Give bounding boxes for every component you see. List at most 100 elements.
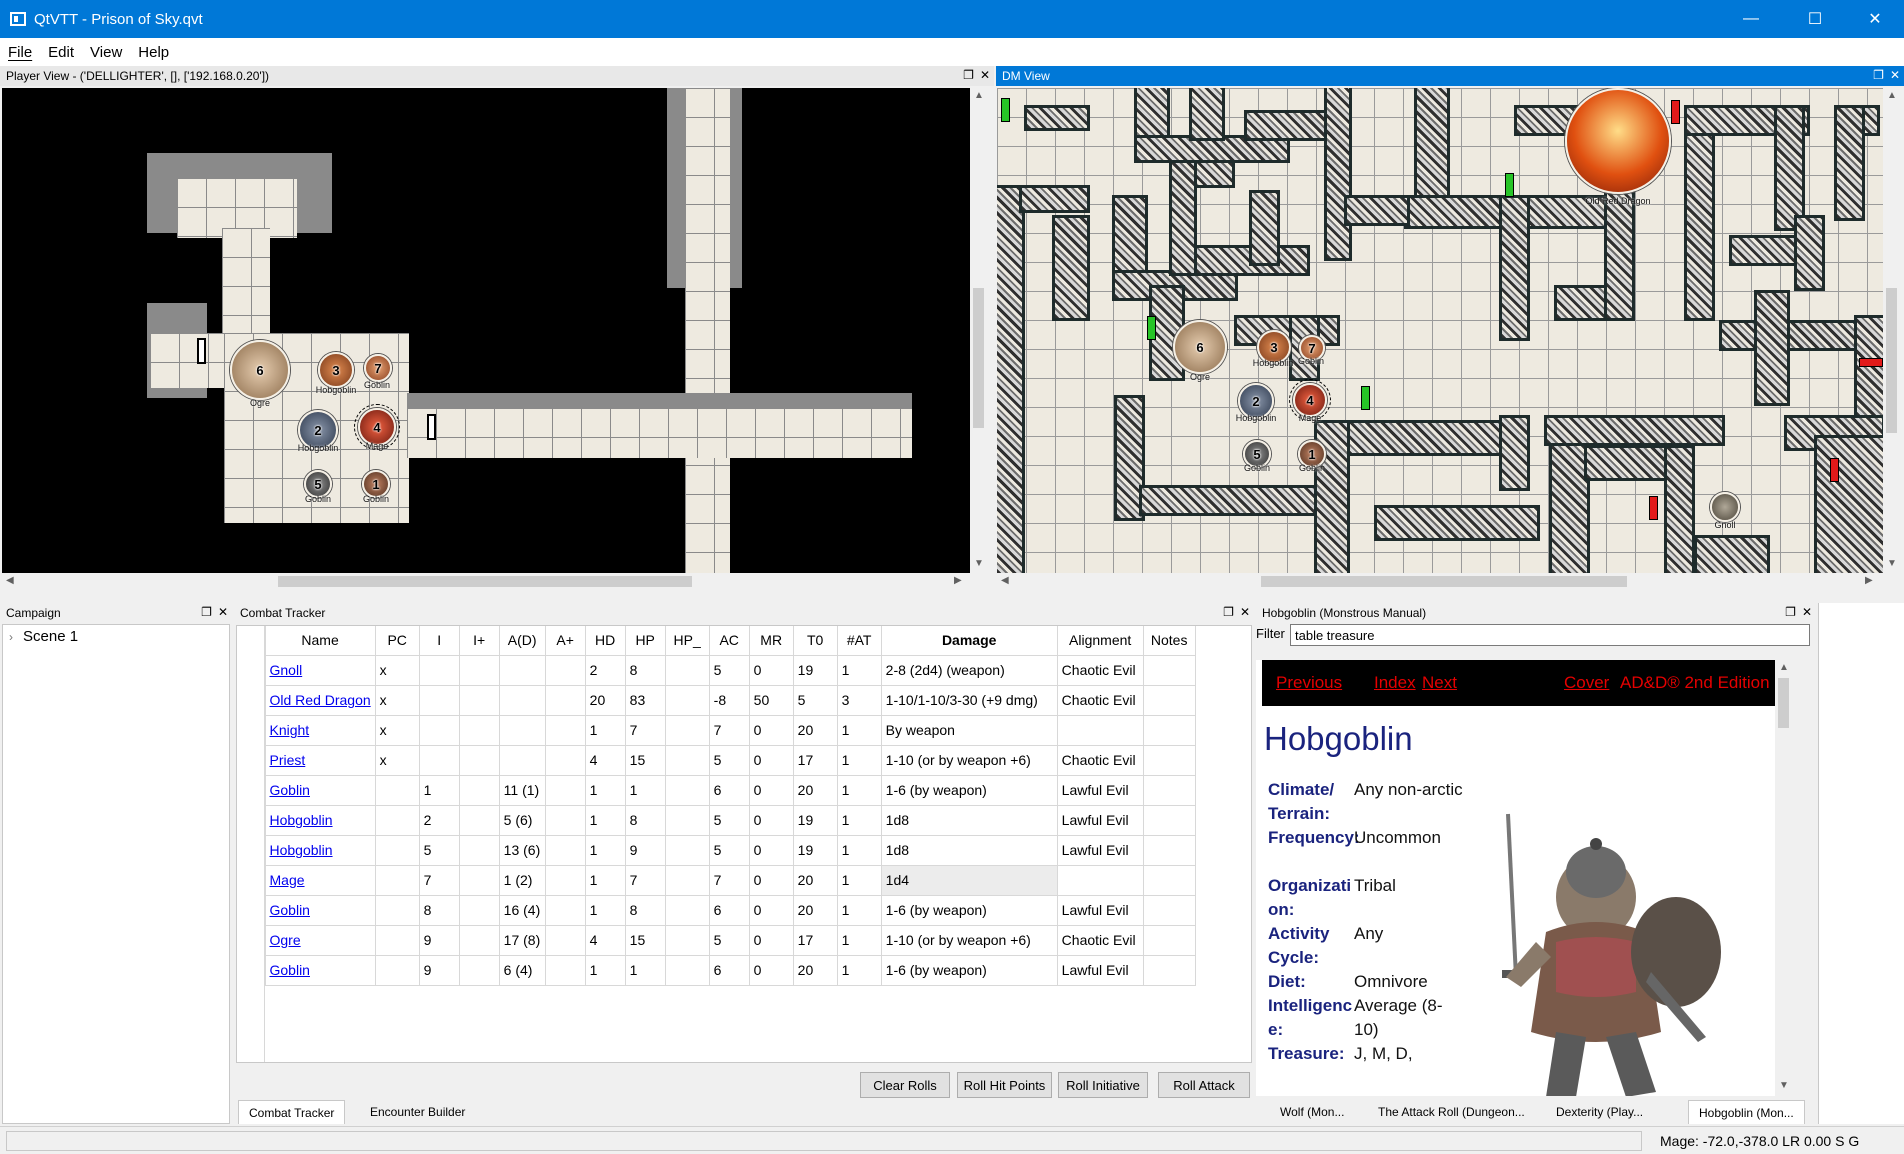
table-cell[interactable]: 15 (625, 925, 666, 956)
table-cell[interactable]: 1-10 (or by weapon +6) (881, 925, 1058, 956)
door-icon[interactable] (1147, 316, 1156, 340)
token-old-red-dragon[interactable] (1565, 88, 1671, 194)
monster-link[interactable]: Ogre (270, 932, 301, 948)
table-cell[interactable]: 2 (419, 805, 460, 836)
table-cell[interactable] (459, 775, 500, 806)
table-cell[interactable] (1143, 835, 1196, 866)
door-icon[interactable] (1505, 173, 1514, 197)
column-header[interactable]: T0 (793, 626, 838, 656)
table-cell[interactable]: Chaotic Evil (1057, 685, 1144, 716)
table-cell[interactable]: 1 (585, 895, 626, 926)
monster-link[interactable]: Goblin (270, 962, 310, 978)
cover-link[interactable]: Cover (1564, 673, 1609, 693)
table-cell[interactable]: 17 (793, 745, 838, 776)
table-cell[interactable]: 1-6 (by weapon) (881, 775, 1058, 806)
column-header[interactable]: Damage (881, 626, 1058, 656)
table-cell[interactable]: 1 (625, 955, 666, 986)
float-icon[interactable]: ❐ (1785, 605, 1796, 619)
table-cell[interactable]: 2 (585, 655, 626, 686)
close-icon[interactable]: ✕ (1846, 0, 1904, 38)
table-cell[interactable]: 19 (793, 805, 838, 836)
filter-input[interactable] (1290, 624, 1810, 646)
door-icon[interactable] (1649, 496, 1658, 520)
table-cell[interactable]: 5 (709, 925, 750, 956)
table-cell[interactable]: 1 (837, 655, 882, 686)
table-cell[interactable] (499, 745, 546, 776)
table-cell[interactable]: 1 (585, 955, 626, 986)
table-cell[interactable]: x (375, 655, 420, 686)
index-link[interactable]: Index (1374, 673, 1416, 693)
table-cell[interactable] (545, 745, 586, 776)
table-cell[interactable]: 13 (6) (499, 835, 546, 866)
table-cell[interactable]: 1 (625, 775, 666, 806)
table-cell[interactable]: 5 (709, 745, 750, 776)
table-cell[interactable] (665, 865, 710, 896)
table-cell[interactable]: Chaotic Evil (1057, 745, 1144, 776)
column-header[interactable]: I (419, 626, 460, 656)
table-cell[interactable] (1143, 895, 1196, 926)
tab-combat-tracker[interactable]: Combat Tracker (238, 1100, 346, 1124)
table-cell[interactable] (375, 805, 420, 836)
roll-attack-button[interactable]: Roll Attack (1158, 1072, 1250, 1098)
table-cell[interactable] (545, 895, 586, 926)
table-cell[interactable]: 9 (419, 955, 460, 986)
table-cell[interactable]: 20 (793, 775, 838, 806)
table-cell[interactable]: 0 (749, 655, 794, 686)
table-cell[interactable]: 1d8 (881, 835, 1058, 866)
table-cell[interactable] (459, 685, 500, 716)
table-cell[interactable]: Lawful Evil (1057, 775, 1144, 806)
close-dock-icon[interactable]: ✕ (1240, 605, 1250, 619)
table-row[interactable]: 2Old Red Dragonx2083-850531-10/1-10/3-30… (237, 685, 1196, 716)
table-cell[interactable]: Lawful Evil (1057, 955, 1144, 986)
dm-hscrollbar[interactable]: ◀ ▶ (997, 573, 1883, 590)
table-cell[interactable]: 20 (793, 865, 838, 896)
table-cell[interactable]: 0 (749, 955, 794, 986)
float-icon[interactable]: ❐ (1873, 68, 1884, 82)
table-cell[interactable] (665, 685, 710, 716)
table-cell[interactable]: 0 (749, 715, 794, 746)
monster-link[interactable]: Old Red Dragon (270, 692, 371, 708)
table-cell[interactable]: 1 (585, 715, 626, 746)
table-cell[interactable] (1143, 715, 1196, 746)
table-cell[interactable]: 1-10/1-10/3-30 (+9 dmg) (881, 685, 1058, 716)
name-cell[interactable]: Old Red Dragon (265, 685, 376, 716)
table-cell[interactable] (1143, 745, 1196, 776)
table-cell[interactable]: Lawful Evil (1057, 835, 1144, 866)
table-cell[interactable] (1143, 955, 1196, 986)
table-cell[interactable] (1143, 655, 1196, 686)
table-cell[interactable]: 5 (709, 805, 750, 836)
monster-link[interactable]: Hobgoblin (270, 842, 333, 858)
close-dock-icon[interactable]: ✕ (1802, 605, 1812, 619)
table-cell[interactable]: Lawful Evil (1057, 895, 1144, 926)
door-icon[interactable] (427, 414, 436, 440)
float-icon[interactable]: ❐ (201, 605, 212, 619)
name-cell[interactable]: Gnoll (265, 655, 376, 686)
name-cell[interactable]: Ogre (265, 925, 376, 956)
table-cell[interactable]: 1d8 (881, 805, 1058, 836)
previous-link[interactable]: Previous (1276, 673, 1342, 693)
column-header[interactable]: Name (265, 626, 376, 656)
table-cell[interactable]: 5 (709, 655, 750, 686)
table-cell[interactable]: 0 (749, 775, 794, 806)
table-cell[interactable] (419, 685, 460, 716)
monster-link[interactable]: Goblin (270, 782, 310, 798)
table-cell[interactable] (419, 715, 460, 746)
monster-link[interactable]: Gnoll (270, 662, 303, 678)
table-row[interactable]: 11Goblin96 (4)11602011-6 (by weapon)Lawf… (237, 955, 1196, 986)
name-cell[interactable]: Priest (265, 745, 376, 776)
table-cell[interactable] (665, 715, 710, 746)
table-row[interactable]: 9Goblin816 (4)18602011-6 (by weapon)Lawf… (237, 895, 1196, 926)
campaign-tree[interactable]: › Scene 1 (2, 624, 230, 1124)
table-cell[interactable] (459, 955, 500, 986)
table-cell[interactable]: 6 (709, 775, 750, 806)
table-cell[interactable] (459, 715, 500, 746)
table-cell[interactable] (545, 865, 586, 896)
door-icon[interactable] (1671, 100, 1680, 124)
table-cell[interactable] (545, 925, 586, 956)
table-cell[interactable]: 50 (749, 685, 794, 716)
table-cell[interactable]: 1 (837, 835, 882, 866)
player-hscrollbar[interactable]: ◀ ▶ (2, 573, 970, 590)
table-row[interactable]: 7Hobgoblin513 (6)19501911d8Lawful Evil (237, 835, 1196, 866)
column-header[interactable]: A+ (545, 626, 586, 656)
token-mage-4[interactable]: 4 (1289, 379, 1331, 421)
